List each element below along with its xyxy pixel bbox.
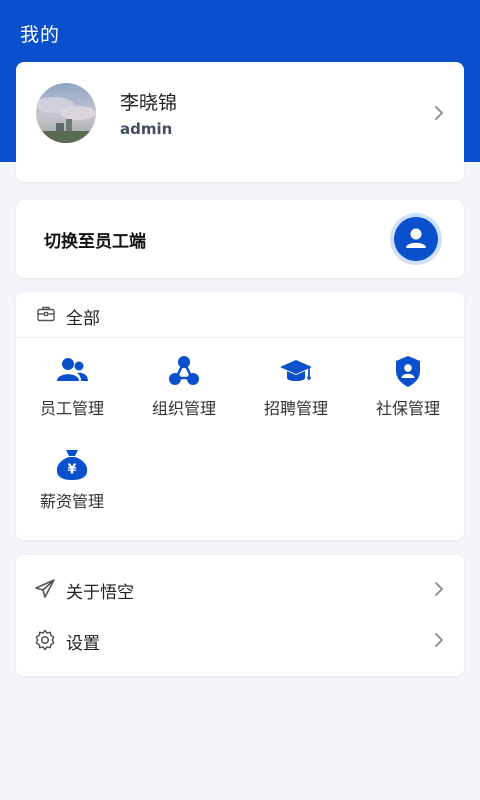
module-organization-management[interactable]: 组织管理 [128, 354, 240, 434]
about-label: 关于悟空 [66, 583, 134, 603]
module-recruitment-management[interactable]: 招聘管理 [240, 354, 352, 434]
chevron-right-icon [435, 106, 443, 120]
switch-role-label: 切换至员工端 [44, 232, 146, 252]
graduation-cap-icon [280, 360, 312, 381]
shield-user-icon [396, 356, 420, 387]
module-label: 员工管理 [39, 399, 104, 418]
svg-text:¥: ¥ [67, 463, 76, 478]
avatar[interactable] [36, 83, 96, 143]
org-structure-icon [169, 356, 199, 385]
gear-icon [35, 629, 55, 651]
module-label: 薪资管理 [39, 492, 104, 511]
modules-card: 全部 员工管理 组织管理 招聘管理 社保管理 ¥ 薪资管理 [16, 292, 464, 540]
about-row[interactable]: 关于悟空 [16, 564, 464, 614]
chevron-right-icon [435, 582, 443, 596]
modules-title: 全部 [66, 309, 100, 329]
user-account: admin [120, 120, 173, 138]
links-card: 关于悟空 设置 [16, 555, 464, 676]
chevron-right-icon [435, 633, 443, 647]
module-label: 社保管理 [375, 399, 440, 418]
profile-card[interactable]: 李晓锦 admin [16, 62, 464, 182]
modules-header: 全部 [16, 292, 464, 338]
toolbox-icon [37, 306, 55, 322]
users-icon [57, 358, 88, 381]
settings-label: 设置 [66, 634, 100, 654]
module-salary-management[interactable]: ¥ 薪资管理 [16, 447, 128, 527]
user-name: 李晓锦 [120, 92, 178, 114]
module-label: 招聘管理 [263, 399, 328, 418]
module-social-security-management[interactable]: 社保管理 [352, 354, 464, 434]
page-title: 我的 [20, 24, 61, 46]
money-bag-icon: ¥ [56, 450, 88, 480]
switch-role-button[interactable] [394, 217, 438, 261]
module-label: 组织管理 [151, 399, 216, 418]
switch-role-card[interactable]: 切换至员工端 [16, 200, 464, 278]
paper-plane-icon [35, 579, 55, 598]
module-employee-management[interactable]: 员工管理 [16, 354, 128, 434]
settings-row[interactable]: 设置 [16, 615, 464, 665]
user-icon [406, 228, 426, 248]
